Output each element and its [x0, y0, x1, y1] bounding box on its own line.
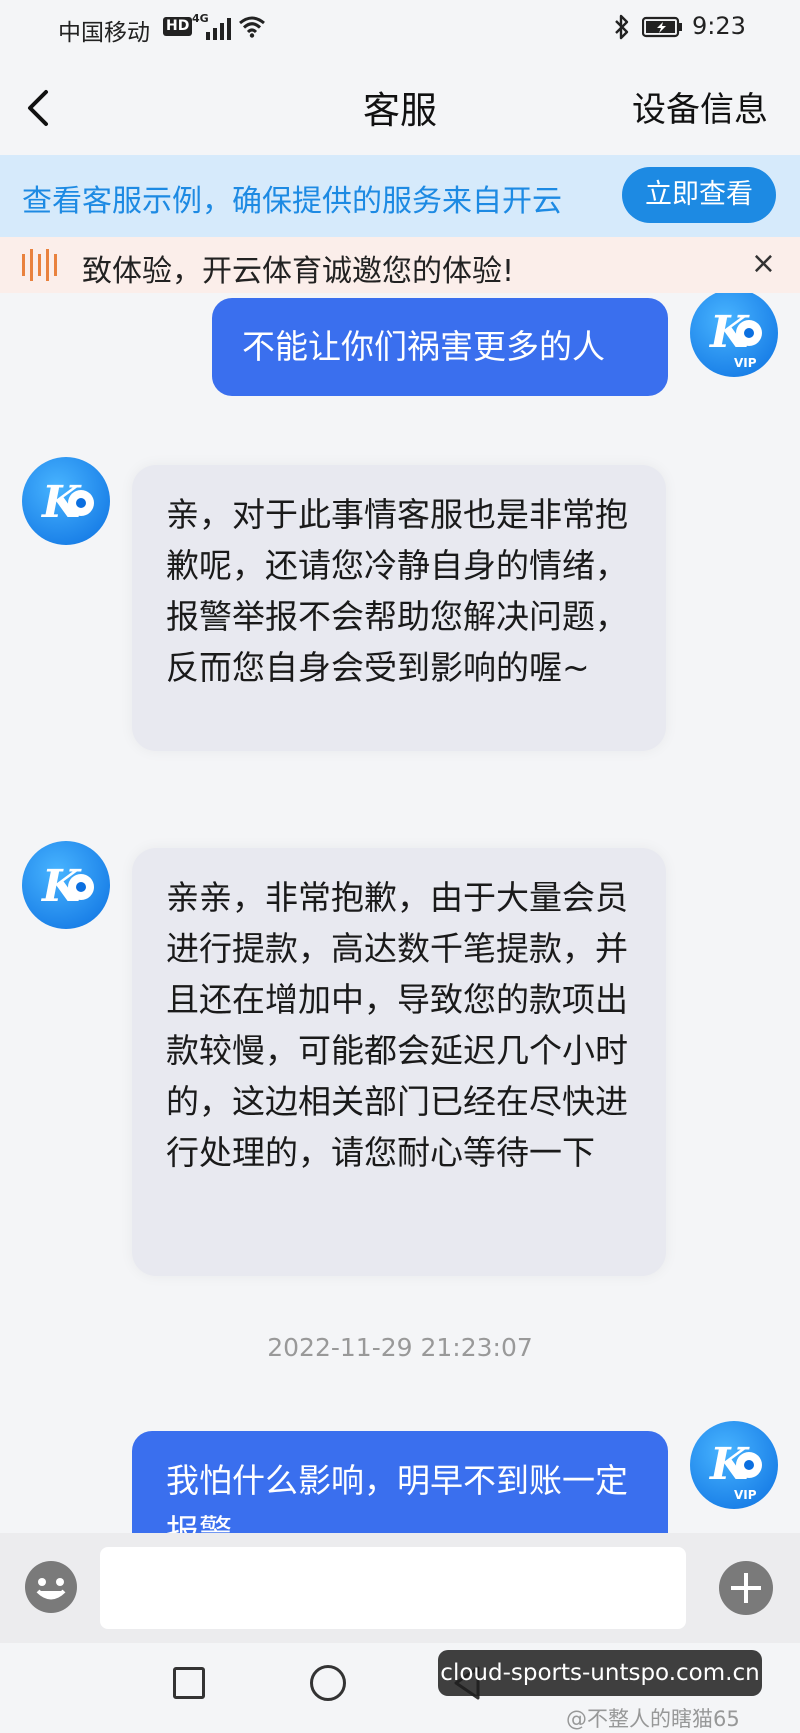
nav-bar: 客服 设备信息 [0, 60, 800, 155]
battery-icon [642, 16, 682, 38]
agent-message: 亲，对于此事情客服也是非常抱歉呢，还请您冷静自身的情绪，报警举报不会帮助您解决问… [132, 465, 666, 751]
notice-text: 致体验，开云体育诚邀您的体验! [82, 254, 515, 289]
notice-bar: 致体验，开云体育诚邀您的体验! × [0, 237, 800, 293]
banner-text: 查看客服示例，确保提供的服务来自开云 [22, 184, 562, 219]
avatar[interactable]: K VIP [690, 293, 778, 377]
message-text: 亲亲，非常抱歉，由于大量会员进行提款，高达数千笔提款，并且还在增加中，导致您的款… [166, 878, 628, 1172]
bluetooth-icon [615, 14, 629, 40]
clock: 9:23 [692, 12, 746, 40]
kaiyun-logo-icon: K VIP [708, 1439, 762, 1502]
message-text: 亲，对于此事情客服也是非常抱歉呢，还请您冷静自身的情绪，报警举报不会帮助您解决问… [166, 495, 628, 687]
input-bar [0, 1533, 800, 1643]
sound-wave-icon [20, 247, 60, 283]
watermark: @不整人的瞎猫65 [566, 1707, 740, 1731]
user-message: 不能让你们祸害更多的人 [212, 298, 668, 396]
svg-text:VIP: VIP [734, 356, 757, 370]
message-text: 不能让你们祸害更多的人 [242, 327, 605, 366]
status-bar: 中国移动 HD 4G 9:23 [0, 0, 800, 60]
kaiyun-logo-icon: K [40, 477, 94, 528]
home-button[interactable] [310, 1665, 346, 1701]
kaiyun-logo-icon: K VIP [708, 307, 762, 370]
signal-icon [206, 18, 231, 40]
message-text: 我怕什么影响，明早不到账一定报警 [166, 1461, 628, 1533]
info-banner: 查看客服示例，确保提供的服务来自开云 立即查看 [0, 155, 800, 237]
message-timestamp: 2022-11-29 21:23:07 [267, 1333, 533, 1362]
user-message: 我怕什么影响，明早不到账一定报警 [132, 1431, 668, 1533]
wifi-icon [239, 16, 265, 38]
chat-messages: 不能让你们祸害更多的人 K VIP K 亲，对于此事情客服也是非常抱歉呢，还请您… [0, 293, 800, 1533]
kaiyun-logo-icon: K [40, 861, 94, 912]
carrier-label: 中国移动 [58, 20, 150, 46]
message-input[interactable] [100, 1547, 686, 1629]
plus-icon[interactable] [718, 1560, 774, 1616]
view-now-button[interactable]: 立即查看 [622, 167, 776, 223]
avatar[interactable]: K [22, 457, 110, 545]
agent-message: 亲亲，非常抱歉，由于大量会员进行提款，高达数千笔提款，并且还在增加中，导致您的款… [132, 848, 666, 1276]
recent-apps-button[interactable] [173, 1667, 205, 1699]
url-overlay: cloud-sports-untspo.com.cn [438, 1650, 762, 1696]
close-icon[interactable]: × [751, 247, 776, 281]
emoji-icon[interactable] [24, 1560, 78, 1614]
svg-text:VIP: VIP [734, 1488, 757, 1502]
avatar[interactable]: K VIP [690, 1421, 778, 1509]
device-info-button[interactable]: 设备信息 [632, 82, 768, 131]
avatar[interactable]: K [22, 841, 110, 929]
hd-badge: HD [163, 17, 193, 36]
